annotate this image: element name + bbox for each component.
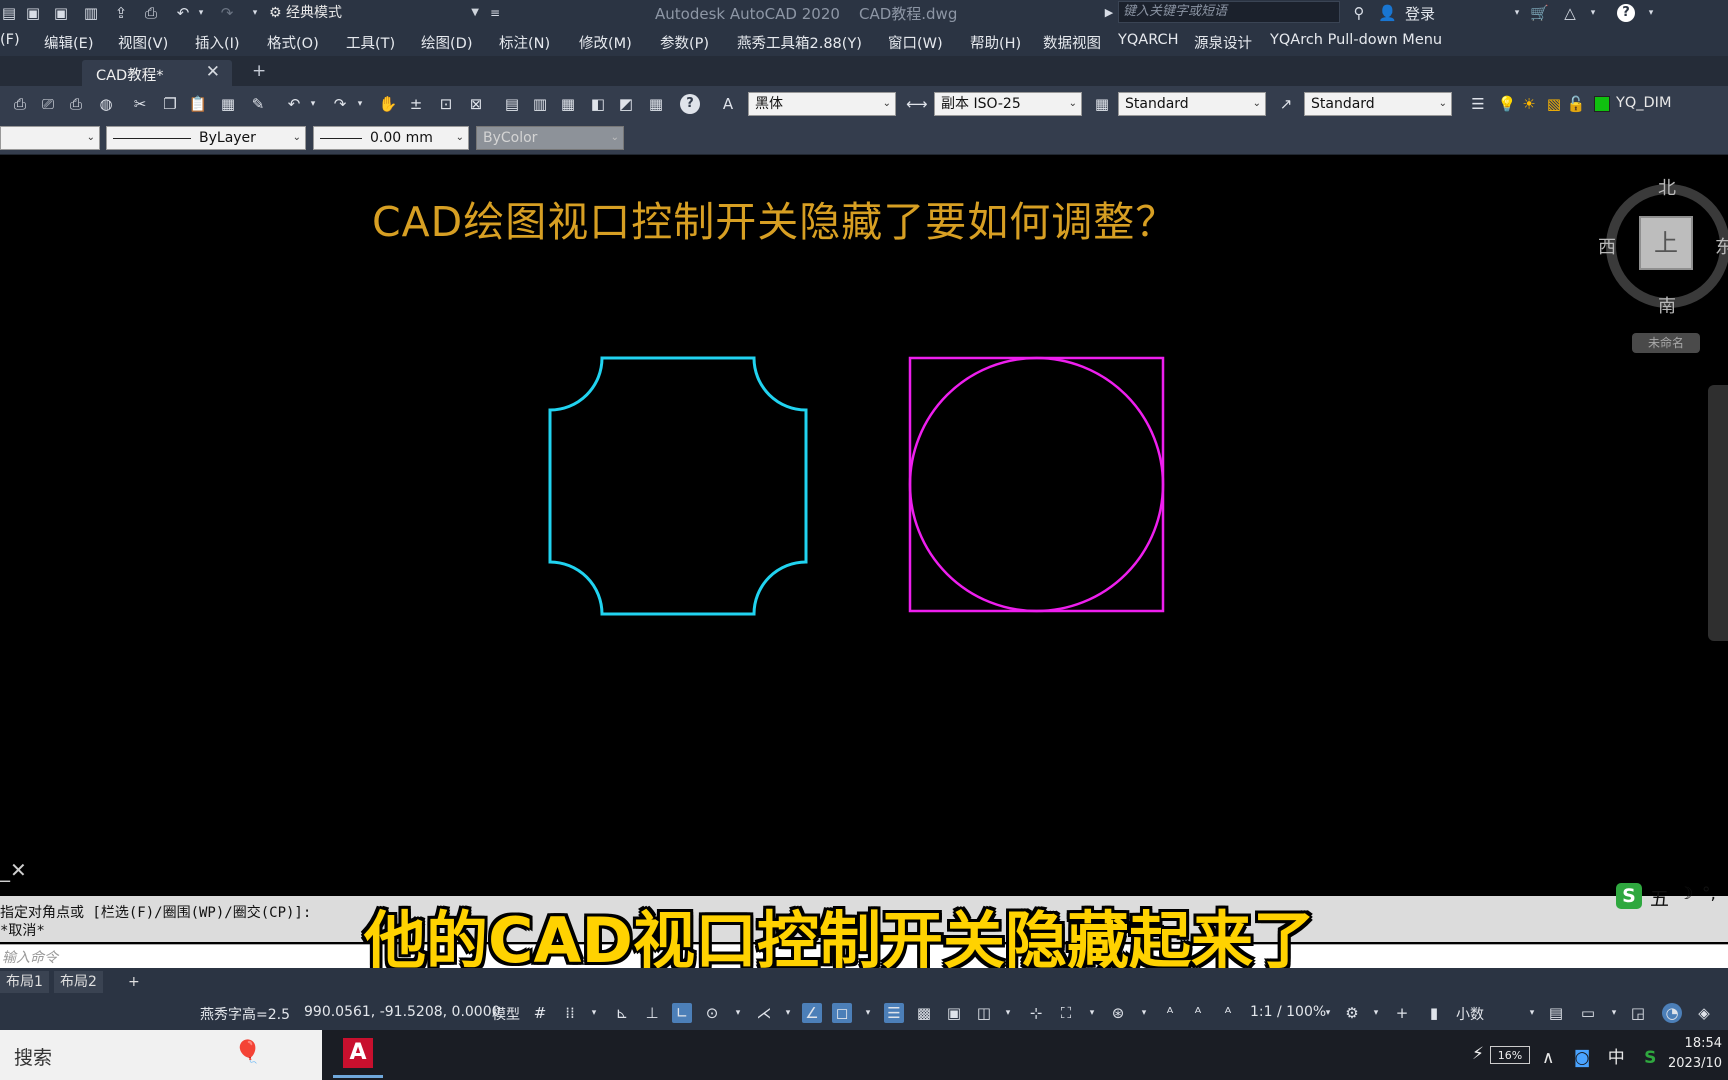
gizmo-dropdown-icon[interactable]: ▾ <box>1134 1003 1154 1023</box>
text-height-readout: 燕秀字高=2.5 <box>200 1007 290 1023</box>
command-history-line: 指定对角点或 [栏选(F)/圈围(WP)/圈交(CP)]: <box>0 905 312 921</box>
selection-filter-dropdown-icon[interactable]: ▾ <box>1082 1003 1102 1023</box>
taskbar-search-box[interactable]: 搜索 🎈 <box>0 1030 322 1080</box>
clock-time: 18:54 <box>1684 1036 1723 1051</box>
workspace-dropdown-icon[interactable]: ▾ <box>1366 1003 1386 1023</box>
ortho-icon[interactable]: ∟ <box>672 1003 692 1023</box>
navigation-bar[interactable] <box>1708 385 1728 641</box>
coordinate-readout[interactable]: 990.0561, -91.5208, 0.0000 <box>304 1004 501 1020</box>
object-snap-icon[interactable]: ◻ <box>832 1003 852 1023</box>
autocad-taskbar-icon[interactable]: A <box>343 1038 373 1068</box>
input-language[interactable]: 中 <box>1608 1048 1625 1068</box>
magenta-inscribed-circle[interactable] <box>908 356 1165 613</box>
viewcube-north[interactable]: 北 <box>1658 174 1676 200</box>
command-input-placeholder: 输入命令 <box>2 950 58 966</box>
viewcube-east[interactable]: 东 <box>1715 233 1728 259</box>
video-subtitle: 他的CAD视口控制开关隐藏起来了 <box>364 904 1315 977</box>
magenta-square[interactable] <box>908 356 1165 613</box>
units-dropdown-icon[interactable]: ▾ <box>1522 1003 1542 1023</box>
punctuation-icon[interactable]: °, <box>1702 884 1716 904</box>
dynamic-input-icon[interactable]: ⊥ <box>642 1003 662 1023</box>
polar-dropdown-icon[interactable]: ▾ <box>728 1003 748 1023</box>
3d-osnap-icon[interactable]: ◫ <box>974 1003 994 1023</box>
object-snap-dropdown-icon[interactable]: ▾ <box>858 1003 878 1023</box>
annotation-scale-icon[interactable]: ᴬ <box>1218 1003 1238 1023</box>
lock-ui-dropdown-icon[interactable]: ▾ <box>1604 1003 1624 1023</box>
quick-properties-icon[interactable]: ▤ <box>1546 1003 1566 1023</box>
clock-date: 2023/10 <box>1668 1056 1723 1071</box>
qq-icon[interactable]: ◙ <box>1574 1048 1591 1068</box>
grid-icon[interactable]: # <box>530 1003 550 1023</box>
clean-screen-icon[interactable]: ◈ <box>1694 1003 1714 1023</box>
units-icon[interactable]: ▮ <box>1424 1003 1444 1023</box>
ime-mode[interactable]: 五 <box>1650 884 1669 911</box>
ime-toolbar[interactable]: S 五 ☽ °, <box>1612 880 1728 912</box>
isodraft-icon[interactable]: ⋌ <box>754 1003 774 1023</box>
sogou-tray-icon[interactable]: S <box>1644 1048 1656 1068</box>
power-plug-icon[interactable]: ⚡ <box>1472 1044 1484 1064</box>
viewcube-south[interactable]: 南 <box>1658 292 1676 318</box>
moon-icon[interactable]: ☽ <box>1678 884 1693 904</box>
sogou-icon[interactable]: S <box>1616 883 1642 909</box>
battery-indicator[interactable]: 16% <box>1490 1046 1530 1064</box>
transparency-icon[interactable]: ▩ <box>914 1003 934 1023</box>
selection-cycling-icon[interactable]: ▣ <box>944 1003 964 1023</box>
system-tray: ∧ ◙ 中 S <box>1542 1043 1656 1068</box>
tab-layout2[interactable]: 布局2 <box>54 971 103 993</box>
lineweight-icon[interactable]: ☰ <box>884 1003 904 1023</box>
balloons-icon: 🎈 <box>234 1040 262 1065</box>
model-space-button[interactable]: 模型 <box>492 1004 520 1024</box>
units-value[interactable]: 小数 <box>1456 1004 1484 1024</box>
hardware-acceleration-icon[interactable]: ◔ <box>1662 1003 1682 1023</box>
layout-tabs: 布局1 布局2 + <box>0 968 1728 996</box>
command-history-line: *取消* <box>0 923 45 939</box>
scale-dropdown-icon[interactable]: ▾ <box>1318 1003 1338 1023</box>
viewcube-west[interactable]: 西 <box>1598 233 1616 259</box>
workspace-gear-icon[interactable]: ⚙ <box>1342 1003 1362 1023</box>
wcs-menu[interactable]: 未命名 <box>1632 333 1700 353</box>
gizmo-icon[interactable]: ⊛ <box>1108 1003 1128 1023</box>
add-layout-button[interactable]: + <box>122 971 146 993</box>
annotation-monitor-icon[interactable]: + <box>1392 1003 1412 1023</box>
annotation-visibility-icon[interactable]: ᴬ <box>1160 1003 1180 1023</box>
snap-dropdown-icon[interactable]: ▾ <box>584 1003 604 1023</box>
3d-osnap-dropdown-icon[interactable]: ▾ <box>998 1003 1018 1023</box>
isodraft-dropdown-icon[interactable]: ▾ <box>778 1003 798 1023</box>
annotation-scale-value[interactable]: 1:1 / 100% <box>1250 1004 1326 1020</box>
chevron-up-icon[interactable]: ∧ <box>1542 1048 1554 1068</box>
taskbar-clock[interactable]: 18:54 2023/10 <box>1668 1034 1722 1074</box>
selection-filter-icon[interactable]: ⛶ <box>1056 1003 1076 1023</box>
cyan-notched-square[interactable] <box>548 356 808 616</box>
active-app-indicator <box>333 1075 383 1078</box>
auto-scale-icon[interactable]: ᴬ <box>1188 1003 1208 1023</box>
lock-ui-icon[interactable]: ▭ <box>1578 1003 1598 1023</box>
snap-icon[interactable]: ⁞⁞ <box>560 1003 580 1023</box>
status-bar: 燕秀字高=2.5 990.0561, -91.5208, 0.0000 模型 #… <box>0 996 1728 1030</box>
viewcube-top-face[interactable]: 上 <box>1639 216 1693 270</box>
command-line-close-icon[interactable]: _✕ <box>0 858 27 882</box>
isolate-objects-icon[interactable]: ◲ <box>1628 1003 1648 1023</box>
tab-layout1[interactable]: 布局1 <box>0 971 49 993</box>
taskbar-search-label: 搜索 <box>14 1047 53 1069</box>
dynamic-ucs-icon[interactable]: ⊹ <box>1026 1003 1046 1023</box>
infer-constraints-icon[interactable]: ⊾ <box>612 1003 632 1023</box>
object-snap-tracking-icon[interactable]: ∠ <box>802 1003 822 1023</box>
polar-icon[interactable]: ⊙ <box>702 1003 722 1023</box>
